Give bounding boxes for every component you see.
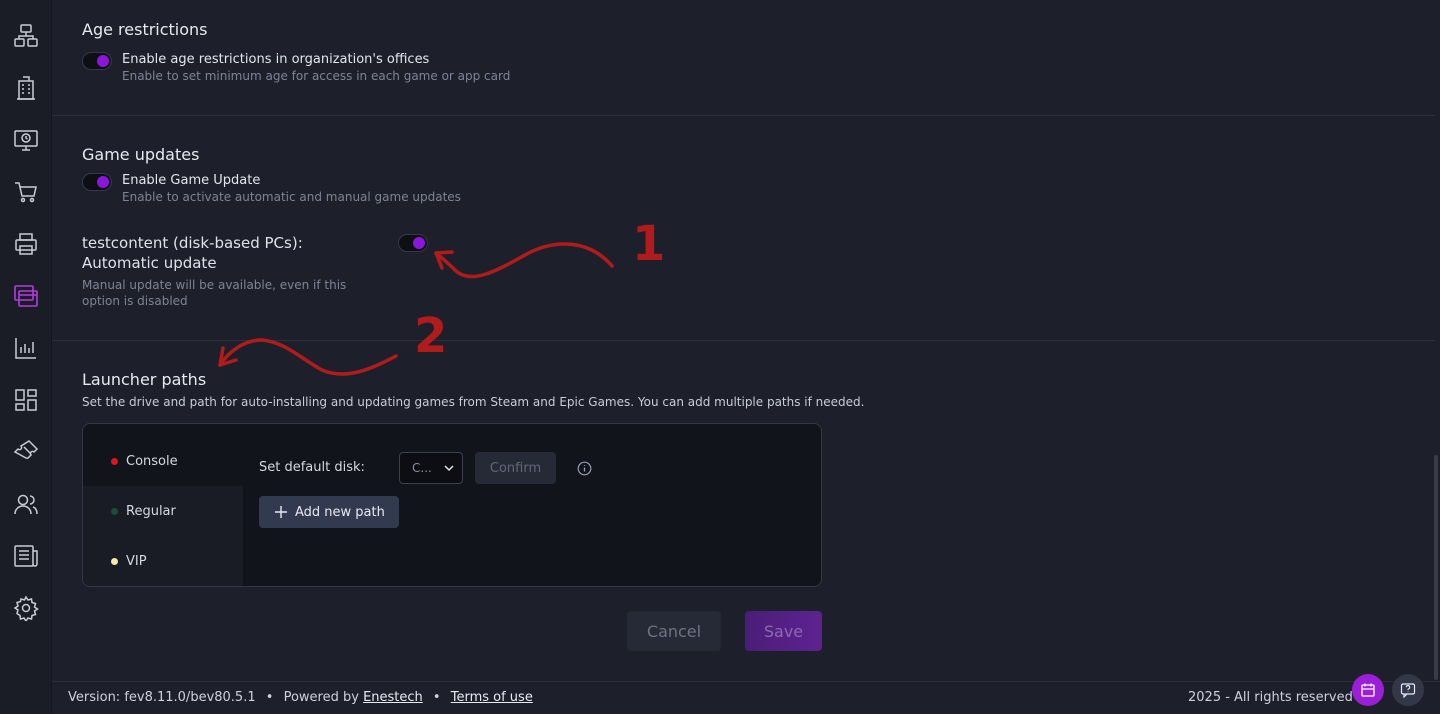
tab-console[interactable]: Console <box>83 436 243 486</box>
printer-icon[interactable] <box>12 230 40 258</box>
copyright-text: 2025 - All rights reserved <box>1188 690 1353 705</box>
status-dot <box>111 557 118 565</box>
help-chat-icon <box>1400 683 1416 698</box>
game-update-label: Enable Game Update <box>122 173 261 188</box>
confirm-button[interactable]: Confirm <box>475 452 556 484</box>
divider <box>52 340 1435 341</box>
settings-main: Age restrictions Enable age restrictions… <box>52 0 1435 680</box>
footer-left: Version: fev8.11.0/bev80.5.1 • Powered b… <box>68 690 533 705</box>
launcher-paths-title: Launcher paths <box>82 370 207 389</box>
powered-by-text: Powered by <box>283 690 359 705</box>
age-restrictions-toggle[interactable] <box>82 52 112 70</box>
age-restrictions-label: Enable age restrictions in organization'… <box>122 52 430 67</box>
age-restrictions-title: Age restrictions <box>82 20 208 39</box>
tab-regular[interactable]: Regular <box>83 486 243 536</box>
plus-icon <box>275 506 287 518</box>
news-icon[interactable] <box>12 542 40 570</box>
toggle-knob <box>97 176 109 188</box>
chart-icon[interactable] <box>12 334 40 362</box>
game-update-toggle[interactable] <box>82 173 112 191</box>
chevron-down-icon <box>444 465 454 472</box>
divider <box>52 115 1435 116</box>
status-dot <box>111 457 118 465</box>
save-button[interactable]: Save <box>745 611 822 651</box>
footer-separator: • <box>432 690 441 705</box>
building-icon[interactable] <box>12 74 40 102</box>
monitor-clock-icon[interactable] <box>12 126 40 154</box>
auto-update-label-line1: testcontent (disk-based PCs): <box>82 234 303 252</box>
info-icon[interactable] <box>577 461 592 476</box>
auto-update-desc-line2: option is disabled <box>82 294 188 308</box>
tab-label: Regular <box>126 503 176 519</box>
terms-link[interactable]: Terms of use <box>451 690 533 705</box>
ticket-icon[interactable] <box>12 438 40 466</box>
windows-icon[interactable] <box>12 282 40 310</box>
cancel-button[interactable]: Cancel <box>627 611 721 651</box>
game-updates-title: Game updates <box>82 145 200 164</box>
tab-vip[interactable]: VIP <box>83 536 243 586</box>
game-update-desc: Enable to activate automatic and manual … <box>122 190 461 204</box>
tab-label: VIP <box>126 553 147 569</box>
age-restrictions-desc: Enable to set minimum age for access in … <box>122 69 511 83</box>
add-new-path-label: Add new path <box>295 504 385 520</box>
users-icon[interactable] <box>12 490 40 518</box>
help-button[interactable] <box>1392 674 1424 706</box>
club-tabs: Console Regular VIP <box>83 436 243 586</box>
auto-update-label-line2: Automatic update <box>82 254 217 272</box>
tab-label: Console <box>126 453 178 469</box>
launcher-paths-desc: Set the drive and path for auto-installi… <box>82 395 865 409</box>
dashboard-icon[interactable] <box>12 386 40 414</box>
network-icon[interactable] <box>12 22 40 50</box>
toggle-knob <box>413 237 425 249</box>
auto-update-toggle[interactable] <box>398 234 428 252</box>
disk-value: C... <box>412 461 432 475</box>
footer-separator: • <box>265 690 274 705</box>
toggle-knob <box>97 55 109 67</box>
default-disk-select[interactable]: C... <box>399 452 463 484</box>
sidebar <box>0 0 52 714</box>
cart-icon[interactable] <box>12 178 40 206</box>
settings-icon[interactable] <box>12 594 40 622</box>
company-link[interactable]: Enestech <box>363 690 423 705</box>
launcher-paths-panel: Console Regular VIP Set default disk: C.… <box>82 423 822 587</box>
auto-update-desc-line1: Manual update will be available, even if… <box>82 278 347 292</box>
calendar-button[interactable] <box>1352 674 1384 706</box>
scrollbar[interactable] <box>1434 455 1438 680</box>
add-new-path-button[interactable]: Add new path <box>259 496 399 528</box>
version-text: Version: fev8.11.0/bev80.5.1 <box>68 690 256 705</box>
calendar-icon <box>1361 683 1375 697</box>
status-dot <box>111 507 118 515</box>
default-disk-label: Set default disk: <box>259 460 365 475</box>
footer: Version: fev8.11.0/bev80.5.1 • Powered b… <box>52 681 1440 714</box>
